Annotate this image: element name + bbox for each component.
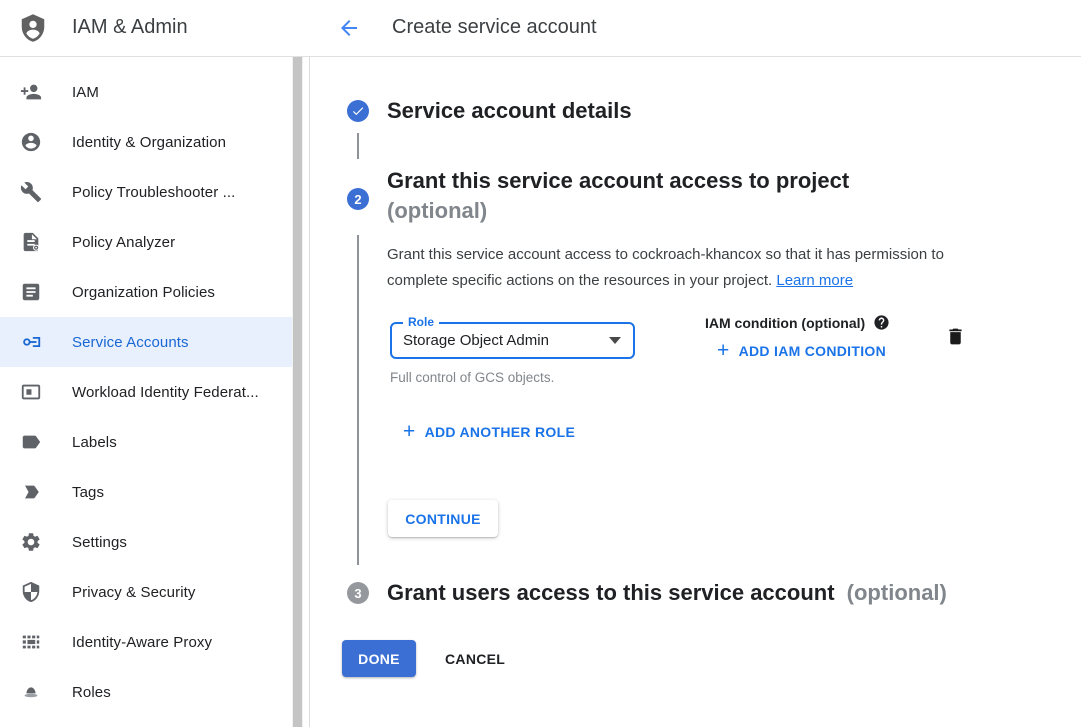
role-selected-value: Storage Object Admin	[403, 332, 549, 349]
help-button[interactable]	[873, 314, 890, 331]
step2-title: Grant this service account access to pro…	[387, 166, 849, 226]
check-icon	[351, 104, 365, 118]
iam-condition-label: IAM condition (optional)	[705, 315, 865, 331]
sidebar-item-label: Organization Policies	[72, 284, 215, 301]
account-circle-icon	[20, 131, 42, 153]
plus-icon: +	[717, 342, 730, 360]
tag-arrow-icon	[20, 481, 42, 503]
step-connector	[357, 133, 359, 159]
create-service-account-form: Service account details 2 Grant this ser…	[311, 56, 1081, 727]
sidebar-item-label: Policy Troubleshooter ...	[72, 184, 235, 201]
iap-grid-icon	[20, 631, 42, 653]
delete-role-button[interactable]	[945, 326, 966, 350]
add-iam-condition-button[interactable]: + ADD IAM CONDITION	[717, 342, 886, 360]
roles-hat-icon	[20, 681, 42, 703]
sidebar-item-label: Service Accounts	[72, 334, 189, 351]
done-button[interactable]: DONE	[342, 640, 416, 677]
wrench-icon	[20, 181, 42, 203]
document-icon	[20, 281, 42, 303]
step3-optional-label: (optional)	[847, 580, 947, 605]
dropdown-caret-icon	[609, 337, 621, 344]
label-icon	[20, 431, 42, 453]
step2-description: Grant this service account access to coc…	[387, 242, 983, 294]
badge-card-icon	[20, 381, 42, 403]
role-helper-text: Full control of GCS objects.	[390, 370, 554, 385]
step-connector	[357, 235, 359, 565]
sidebar-item-labels[interactable]: Labels	[0, 417, 292, 467]
page: IAM & Admin Create service account IAM I…	[0, 0, 1081, 727]
sidebar-scrollbar[interactable]	[292, 56, 303, 727]
sidebar-item-label: Labels	[72, 434, 117, 451]
page-title: Create service account	[392, 0, 597, 55]
sidebar-item-identity-aware-proxy[interactable]: Identity-Aware Proxy	[0, 617, 292, 667]
sidebar-item-service-accounts[interactable]: Service Accounts	[0, 317, 292, 367]
iam-condition-label-row: IAM condition (optional)	[705, 314, 890, 331]
sidebar-item-label: IAM	[72, 84, 99, 101]
continue-button[interactable]: CONTINUE	[388, 500, 498, 537]
gear-icon	[20, 531, 42, 553]
cancel-button[interactable]: CANCEL	[435, 640, 515, 677]
sidebar-item-identity-organization[interactable]: Identity & Organization	[0, 117, 292, 167]
arrow-back-icon	[337, 28, 361, 43]
step1-complete-badge	[347, 100, 369, 122]
back-button[interactable]	[336, 16, 362, 40]
sidebar-item-label: Tags	[72, 484, 104, 501]
sidebar: IAM Identity & Organization Policy Troub…	[0, 56, 310, 727]
privacy-shield-icon	[20, 581, 42, 603]
sidebar-item-privacy-security[interactable]: Privacy & Security	[0, 567, 292, 617]
learn-more-link[interactable]: Learn more	[776, 272, 853, 289]
step3-title: Grant users access to this service accou…	[387, 578, 947, 608]
sidebar-item-label: Roles	[72, 684, 111, 701]
sidebar-item-label: Workload Identity Federat...	[72, 384, 259, 401]
policy-analyzer-icon	[20, 231, 42, 253]
trash-icon	[945, 335, 966, 350]
step2-optional-label: (optional)	[387, 196, 849, 226]
add-another-role-button[interactable]: + ADD ANOTHER ROLE	[403, 423, 575, 441]
plus-icon: +	[403, 423, 416, 441]
sidebar-item-label: Policy Analyzer	[72, 234, 175, 251]
iam-admin-shield-icon	[18, 13, 48, 43]
sidebar-item-policy-analyzer[interactable]: Policy Analyzer	[0, 217, 292, 267]
service-account-icon	[20, 331, 42, 353]
step2-title-text: Grant this service account access to pro…	[387, 168, 849, 193]
app-title: IAM & Admin	[72, 0, 188, 55]
sidebar-item-workload-identity-federation[interactable]: Workload Identity Federat...	[0, 367, 292, 417]
sidebar-item-organization-policies[interactable]: Organization Policies	[0, 267, 292, 317]
sidebar-item-label: Settings	[72, 534, 127, 551]
sidebar-item-label: Privacy & Security	[72, 584, 196, 601]
role-field-label: Role	[403, 315, 439, 330]
sidebar-item-roles[interactable]: Roles	[0, 667, 292, 717]
step3-title-text: Grant users access to this service accou…	[387, 580, 835, 605]
sidebar-item-label: Identity & Organization	[72, 134, 226, 151]
sidebar-item-tags[interactable]: Tags	[0, 467, 292, 517]
sidebar-scrollbar-thumb[interactable]	[293, 57, 302, 727]
role-select[interactable]: Role Storage Object Admin	[390, 322, 635, 359]
sidebar-item-iam[interactable]: IAM	[0, 67, 292, 117]
sidebar-item-settings[interactable]: Settings	[0, 517, 292, 567]
top-app-bar: IAM & Admin Create service account	[0, 0, 1081, 57]
step2-number-badge: 2	[347, 188, 369, 210]
help-icon	[873, 314, 890, 331]
sidebar-item-policy-troubleshooter[interactable]: Policy Troubleshooter ...	[0, 167, 292, 217]
sidebar-item-label: Identity-Aware Proxy	[72, 634, 212, 651]
step3-number-badge: 3	[347, 582, 369, 604]
person-add-icon	[20, 81, 42, 103]
step1-title: Service account details	[387, 96, 632, 126]
